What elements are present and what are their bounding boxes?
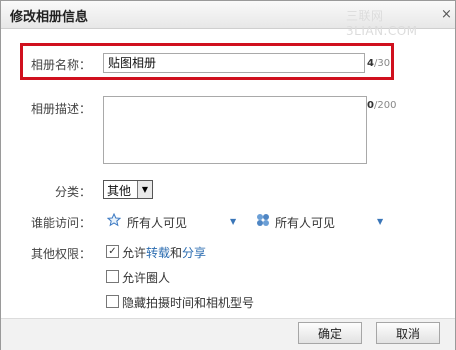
share-link[interactable]: 分享 — [182, 246, 206, 260]
ok-button[interactable]: 确定 — [298, 322, 362, 344]
category-value: 其他 — [107, 184, 132, 198]
dialog-titlebar: 修改相册信息 三联网 3LIAN.COM × — [1, 1, 455, 38]
access-dropdown-1-icon[interactable]: ▼ — [230, 217, 236, 226]
close-icon[interactable]: × — [441, 7, 452, 22]
access-option-2[interactable]: 所有人可见 — [275, 214, 335, 231]
permissions-label: 其他权限： — [31, 247, 92, 261]
permission-tag-label: 允许圈人 — [122, 271, 171, 285]
permission-repost-checkbox[interactable]: ✓ — [106, 245, 119, 258]
permission-tag-checkbox[interactable] — [106, 270, 119, 283]
repost-link[interactable]: 转载 — [146, 246, 170, 260]
album-name-input[interactable]: 贴图相册 — [103, 53, 365, 73]
album-desc-textarea[interactable] — [103, 96, 367, 164]
access-option-1[interactable]: 所有人可见 — [127, 214, 187, 231]
access-dropdown-2-icon[interactable]: ▼ — [377, 217, 383, 226]
album-name-count-max: /30 — [373, 58, 391, 69]
chevron-down-icon: ▼ — [137, 181, 152, 198]
category-label: 分类： — [55, 185, 92, 199]
album-name-counter: 4/30 — [367, 58, 390, 69]
album-name-label: 相册名称： — [31, 58, 92, 72]
dialog-title: 修改相册信息 — [10, 10, 89, 25]
puzzle-icon — [257, 214, 269, 226]
album-desc-counter: 0/200 — [367, 100, 396, 111]
album-desc-count-max: /200 — [373, 100, 397, 111]
album-desc-count-current: 0 — [367, 100, 374, 111]
album-desc-label: 相册描述： — [31, 102, 92, 116]
permission-repost-mid: 和 — [170, 246, 183, 260]
category-select[interactable]: 其他 ▼ — [103, 180, 153, 199]
permission-repost-label: 允许转载和分享 — [122, 244, 206, 261]
watermark: 三联网 3LIAN.COM — [346, 9, 418, 38]
permission-hide-exif-label: 隐藏拍摄时间和相机型号 — [122, 296, 255, 310]
access-label: 谁能访问： — [31, 216, 92, 230]
permission-hide-exif-checkbox[interactable] — [106, 295, 119, 308]
album-name-count-current: 4 — [367, 58, 374, 69]
edit-album-dialog: 修改相册信息 三联网 3LIAN.COM × 相册名称： 贴图相册 4/30 相… — [0, 0, 456, 350]
star-icon — [107, 213, 121, 227]
permission-repost-prefix: 允许 — [122, 246, 147, 260]
cancel-button[interactable]: 取消 — [376, 322, 440, 344]
